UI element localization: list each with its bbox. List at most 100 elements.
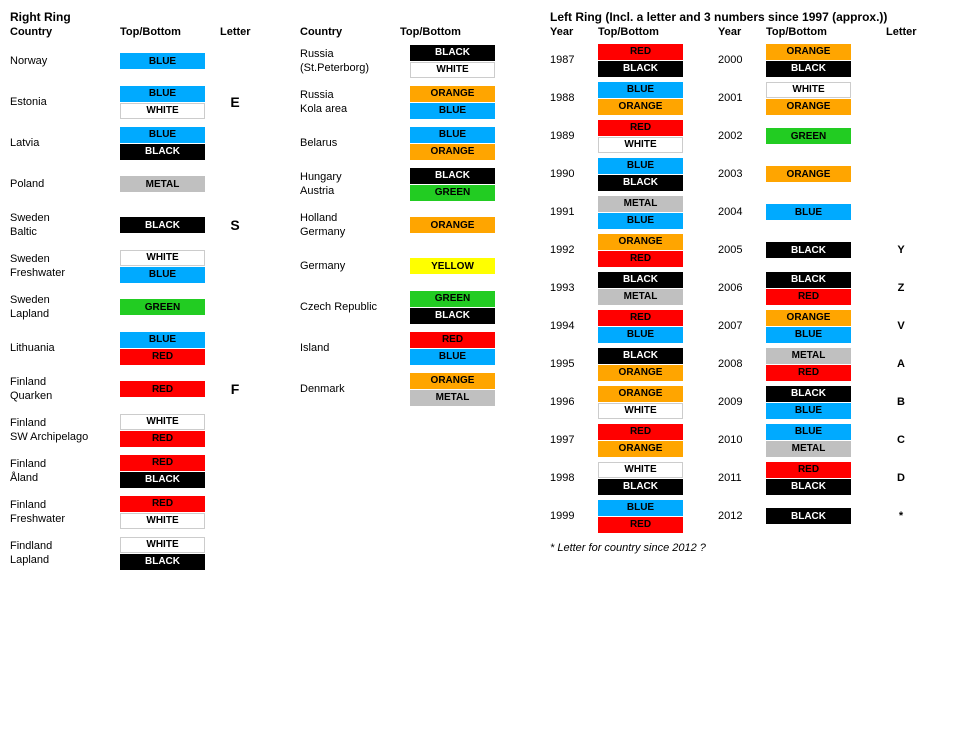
color-badge: BLUE (120, 127, 205, 143)
color-badge: BLACK (766, 61, 851, 77)
color-badge: BLUE (120, 53, 205, 69)
rr-header-country: Country (10, 26, 120, 38)
color-badge: BLACK (120, 472, 205, 488)
lr-year2: 2008 (718, 358, 766, 370)
table-row: 1991 METAL BLUE 2004 BLUE (550, 194, 965, 230)
table-row: 1998 WHITE BLACK 2011 RED BLACK D (550, 460, 965, 496)
table-row: 1992 ORANGE RED 2005 BLACK Y (550, 232, 965, 268)
table-row: 1990 BLUE BLACK 2003 ORANGE (550, 156, 965, 192)
lr-year: 1999 (550, 510, 598, 522)
table-row: HollandGermany ORANGE (300, 206, 520, 244)
color-badge: METAL (120, 176, 205, 192)
lr-topbottom-cell: METAL BLUE (598, 196, 718, 229)
lr-year2: 2000 (718, 54, 766, 66)
color-badge: BLACK (766, 479, 851, 495)
topbottom-cell: RED (120, 381, 220, 397)
topbottom-cell: BLUEBLACK (120, 127, 220, 160)
color-badge: RED (598, 120, 683, 136)
color-badge: WHITE (120, 414, 205, 430)
color-badge: BLUE (766, 424, 851, 440)
color-badge: BLACK (410, 168, 495, 184)
country-cell: RussiaKola area (300, 88, 410, 117)
lr-year2: 2010 (718, 434, 766, 446)
country-cell: SwedenBaltic (10, 211, 120, 240)
color-badge: BLACK (410, 45, 495, 61)
color-badge: BLACK (766, 242, 851, 258)
letter-cell: S (220, 217, 250, 233)
color-badge: RED (766, 365, 851, 381)
color-badge: ORANGE (598, 441, 683, 457)
color-badge: METAL (410, 390, 495, 406)
table-row: SwedenLapland GREEN (10, 288, 290, 326)
lr-letter: Y (886, 244, 916, 256)
middle-section: Country Top/Bottom Russia(St.Peterborg) … (300, 26, 520, 575)
lr-letter: A (886, 358, 916, 370)
lr-year2: 2012 (718, 510, 766, 522)
lr-letter: C (886, 434, 916, 446)
table-row: Russia(St.Peterborg) BLACKWHITE (300, 42, 520, 80)
topbottom-cell: BLUE (120, 53, 220, 69)
lr-topbottom2-cell: BLUE METAL (766, 424, 886, 457)
country-cell: Estonia (10, 95, 120, 109)
table-row: Norway BLUE (10, 42, 290, 80)
table-row: Germany YELLOW (300, 247, 520, 285)
lr-year2: 2003 (718, 168, 766, 180)
color-badge: RED (598, 517, 683, 533)
color-badge: ORANGE (598, 99, 683, 115)
right-ring-title: Right Ring (10, 10, 71, 24)
topbottom-cell: WHITEBLUE (120, 250, 220, 283)
mid-header-topbottom: Top/Bottom (400, 26, 500, 38)
country-cell: Czech Republic (300, 300, 410, 314)
color-badge: BLUE (120, 267, 205, 283)
table-row: 1987 RED BLACK 2000 ORANGE BLACK (550, 42, 965, 78)
color-badge: RED (120, 431, 205, 447)
lr-year: 1993 (550, 282, 598, 294)
lr-year2: 2009 (718, 396, 766, 408)
color-badge: ORANGE (598, 386, 683, 402)
table-row: Denmark ORANGEMETAL (300, 370, 520, 408)
color-badge: BLACK (766, 386, 851, 402)
table-row: FindlandLapland WHITEBLACK (10, 534, 290, 572)
country-cell: Germany (300, 259, 410, 273)
lr-topbottom2-cell: BLACK RED (766, 272, 886, 305)
color-badge: RED (598, 310, 683, 326)
table-row: Czech Republic GREENBLACK (300, 288, 520, 326)
color-badge: BLUE (120, 332, 205, 348)
country-cell: Island (300, 341, 410, 355)
color-badge: BLUE (598, 500, 683, 516)
lr-letter: Z (886, 282, 916, 294)
table-row: 1988 BLUE ORANGE 2001 WHITE ORANGE (550, 80, 965, 116)
lr-topbottom2-cell: ORANGE (766, 166, 886, 182)
middle-rows: Russia(St.Peterborg) BLACKWHITE RussiaKo… (300, 42, 520, 408)
color-badge: WHITE (120, 513, 205, 529)
topbottom-cell: BLUEWHITE (120, 86, 220, 119)
letter-cell: F (220, 381, 250, 397)
table-row: Lithuania BLUERED (10, 329, 290, 367)
color-badge: RED (598, 251, 683, 267)
lr-year2: 2004 (718, 206, 766, 218)
lr-topbottom2-cell: BLACK BLUE (766, 386, 886, 419)
lr-year2: 2006 (718, 282, 766, 294)
color-badge: RED (410, 332, 495, 348)
color-badge: WHITE (410, 62, 495, 78)
topbottom-cell: ORANGE (410, 217, 510, 233)
lr-topbottom2-cell: RED BLACK (766, 462, 886, 495)
color-badge: GREEN (410, 185, 495, 201)
table-row: Poland METAL (10, 165, 290, 203)
color-badge: RED (120, 381, 205, 397)
lr-year: 1995 (550, 358, 598, 370)
country-cell: Russia(St.Peterborg) (300, 47, 410, 76)
lr-letter: B (886, 396, 916, 408)
topbottom-cell: REDBLACK (120, 455, 220, 488)
lr-topbottom-cell: WHITE BLACK (598, 462, 718, 495)
color-badge: GREEN (410, 291, 495, 307)
color-badge: BLUE (120, 86, 205, 102)
color-badge: GREEN (120, 299, 205, 315)
table-row: FinlandQuarken RED F (10, 370, 290, 408)
table-row: FinlandSW Archipelago WHITERED (10, 411, 290, 449)
country-cell: SwedenLapland (10, 293, 120, 322)
topbottom-cell: ORANGEMETAL (410, 373, 510, 406)
lr-topbottom-cell: RED BLUE (598, 310, 718, 343)
left-ring-section: Year Top/Bottom Year Top/Bottom Letter 1… (550, 26, 965, 575)
color-badge: BLUE (598, 158, 683, 174)
